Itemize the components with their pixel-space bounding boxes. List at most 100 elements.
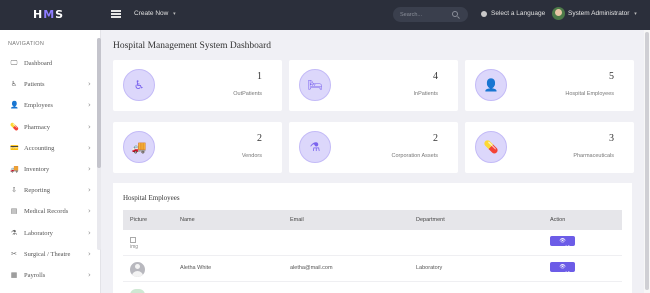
stat-count: 2 xyxy=(433,133,438,144)
column-header: Name xyxy=(180,217,195,223)
patients-icon: ♿ xyxy=(10,80,18,89)
column-header: Department xyxy=(416,217,445,223)
stat-card-corporation-assets[interactable]: ⚗ 2 Corporation Assets xyxy=(289,122,458,173)
sidebar-item-label: Dashboard xyxy=(24,60,53,67)
sidebar-item-label: Surgical / Theatre xyxy=(24,250,71,258)
column-header: Email xyxy=(290,217,304,223)
view-button[interactable]: 👁 View xyxy=(550,262,576,277)
sidebar-item-dashboard[interactable]: 🖵 Dashboard xyxy=(0,53,97,74)
page-scrollbar-thumb[interactable] xyxy=(645,32,649,290)
user-avatar[interactable] xyxy=(552,7,565,20)
sidebar-item-inventory[interactable]: 🚚 Inventory › xyxy=(0,159,97,180)
sidebar-item-reporting[interactable]: ⇩ Reporting › xyxy=(0,180,97,201)
stat-card-vendors[interactable]: 🚚 2 Vendors xyxy=(113,122,282,173)
inpatients-icon: 🛏 xyxy=(307,78,323,92)
create-now-dropdown[interactable]: Create Now ▾ xyxy=(134,10,176,17)
stat-card-outpatients[interactable]: ♿ 1 OutPatients xyxy=(113,60,282,111)
stat-caption: OutPatients xyxy=(233,91,262,97)
view-button-label: View xyxy=(565,271,577,277)
search-icon[interactable] xyxy=(452,11,458,17)
sidebar-item-label: Reporting xyxy=(24,187,50,195)
stat-icon-circle: 🚚 xyxy=(123,131,155,163)
avatar-placeholder-icon xyxy=(130,289,145,293)
chevron-right-icon: › xyxy=(88,249,91,258)
user-menu[interactable]: System Administrator ▾ xyxy=(568,10,637,17)
sidebar-item-medical-records[interactable]: ▤ Medical Records › xyxy=(0,201,97,222)
chevron-right-icon: › xyxy=(88,207,91,216)
sidebar-scrollbar-thumb[interactable] xyxy=(97,38,101,168)
stat-card-hospital-employees[interactable]: 👤 5 Hospital Employees xyxy=(465,60,634,111)
employees-panel-title: Hospital Employees xyxy=(123,194,180,202)
stat-caption: Vendors xyxy=(241,153,262,159)
language-selector[interactable]: Select a Language xyxy=(491,10,545,17)
stat-card-pharmaceuticals[interactable]: 💊 3 Pharmaceuticals xyxy=(465,122,634,173)
chevron-down-icon: ▾ xyxy=(634,11,637,17)
sidebar-item-label: Inventory xyxy=(24,166,50,173)
chevron-right-icon: › xyxy=(88,165,91,173)
employee-email: aletha@mail.com xyxy=(290,265,333,271)
chevron-right-icon: › xyxy=(88,271,91,279)
stat-card-inpatients[interactable]: 🛏 4 InPatients xyxy=(289,60,458,111)
view-button-label: View xyxy=(565,245,577,251)
sidebar-item-label: Accounting xyxy=(24,144,55,152)
broken-image-icon: img xyxy=(130,237,138,250)
sidebar-item-label: Payrolls xyxy=(24,272,46,279)
hospital-employees-icon: 👤 xyxy=(483,78,499,92)
sidebar-item-accounting[interactable]: 💳 Accounting › xyxy=(0,138,97,159)
stat-count: 3 xyxy=(609,133,614,144)
table-header: Picture Name Email Department Action xyxy=(123,210,622,230)
sidebar-item-pharmacy[interactable]: 💊 Pharmacy › xyxy=(0,117,97,138)
sidebar-item-patients[interactable]: ♿ Patients › xyxy=(0,74,97,95)
pharmaceuticals-icon: 💊 xyxy=(483,140,499,154)
chevron-down-icon: ▾ xyxy=(173,11,176,17)
reporting-icon: ⇩ xyxy=(11,186,17,195)
stat-count: 5 xyxy=(609,71,614,82)
search-box xyxy=(393,7,468,22)
stat-icon-circle: 💊 xyxy=(475,131,507,163)
view-button[interactable]: 👁 View xyxy=(550,236,576,251)
chevron-right-icon: › xyxy=(88,228,91,237)
create-now-label: Create Now xyxy=(134,10,169,17)
sidebar-item-laboratory[interactable]: ⚗ Laboratory › xyxy=(0,223,97,244)
stat-caption: Corporation Assets xyxy=(391,153,438,159)
nav-heading: NAVIGATION xyxy=(8,41,45,47)
user-name: System Administrator xyxy=(568,10,630,17)
logo-letter-m: M xyxy=(43,8,56,21)
table-row: Aletha White aletha@mail.com Laboratory … xyxy=(123,258,622,282)
stat-caption: Pharmaceuticals xyxy=(573,153,614,159)
payrolls-icon: ▦ xyxy=(10,271,18,279)
vendors-icon: 🚚 xyxy=(131,140,147,154)
stat-icon-circle: ♿ xyxy=(123,69,155,101)
outpatients-icon: ♿ xyxy=(133,78,145,92)
stat-icon-circle: 🛏 xyxy=(299,69,331,101)
sidebar-item-label: Employees xyxy=(24,102,53,110)
employees-icon: 👤 xyxy=(10,101,19,110)
sidebar-item-surgical-theatre[interactable]: ✂ Surgical / Theatre › xyxy=(0,244,97,265)
employee-name: Aletha White xyxy=(180,265,212,271)
corporation-assets-icon: ⚗ xyxy=(309,140,321,154)
sidebar-item-payrolls[interactable]: ▦ Payrolls › xyxy=(0,265,97,286)
accounting-icon: 💳 xyxy=(10,143,19,152)
employees-panel: Hospital Employees Picture Name Email De… xyxy=(113,183,632,293)
employee-department: Laboratory xyxy=(416,265,443,271)
search-input[interactable] xyxy=(400,10,450,19)
pharmacy-icon: 💊 xyxy=(10,122,19,131)
medical-records-icon: ▤ xyxy=(10,207,18,216)
globe-icon[interactable] xyxy=(481,11,487,17)
laboratory-icon: ⚗ xyxy=(10,228,18,237)
menu-toggle-icon[interactable] xyxy=(111,10,121,18)
sidebar-item-label: Medical Records xyxy=(24,208,69,216)
top-navbar: HMS Create Now ▾ Select a Language Syste… xyxy=(0,0,650,30)
sidebar-item-employees[interactable]: 👤 Employees › xyxy=(0,95,97,116)
dashboard-icon: 🖵 xyxy=(10,59,18,67)
stat-icon-circle: 👤 xyxy=(475,69,507,101)
column-header: Picture xyxy=(130,217,148,223)
page-title: Hospital Management System Dashboard xyxy=(113,41,272,51)
chevron-right-icon: › xyxy=(88,143,91,152)
column-header: Action xyxy=(550,217,566,223)
table-row: img 👁 View xyxy=(123,232,622,256)
stat-count: 1 xyxy=(257,71,262,82)
logo-letter-h: H xyxy=(33,8,44,21)
stat-icon-circle: ⚗ xyxy=(299,131,331,163)
app-logo[interactable]: HMS xyxy=(33,8,64,21)
